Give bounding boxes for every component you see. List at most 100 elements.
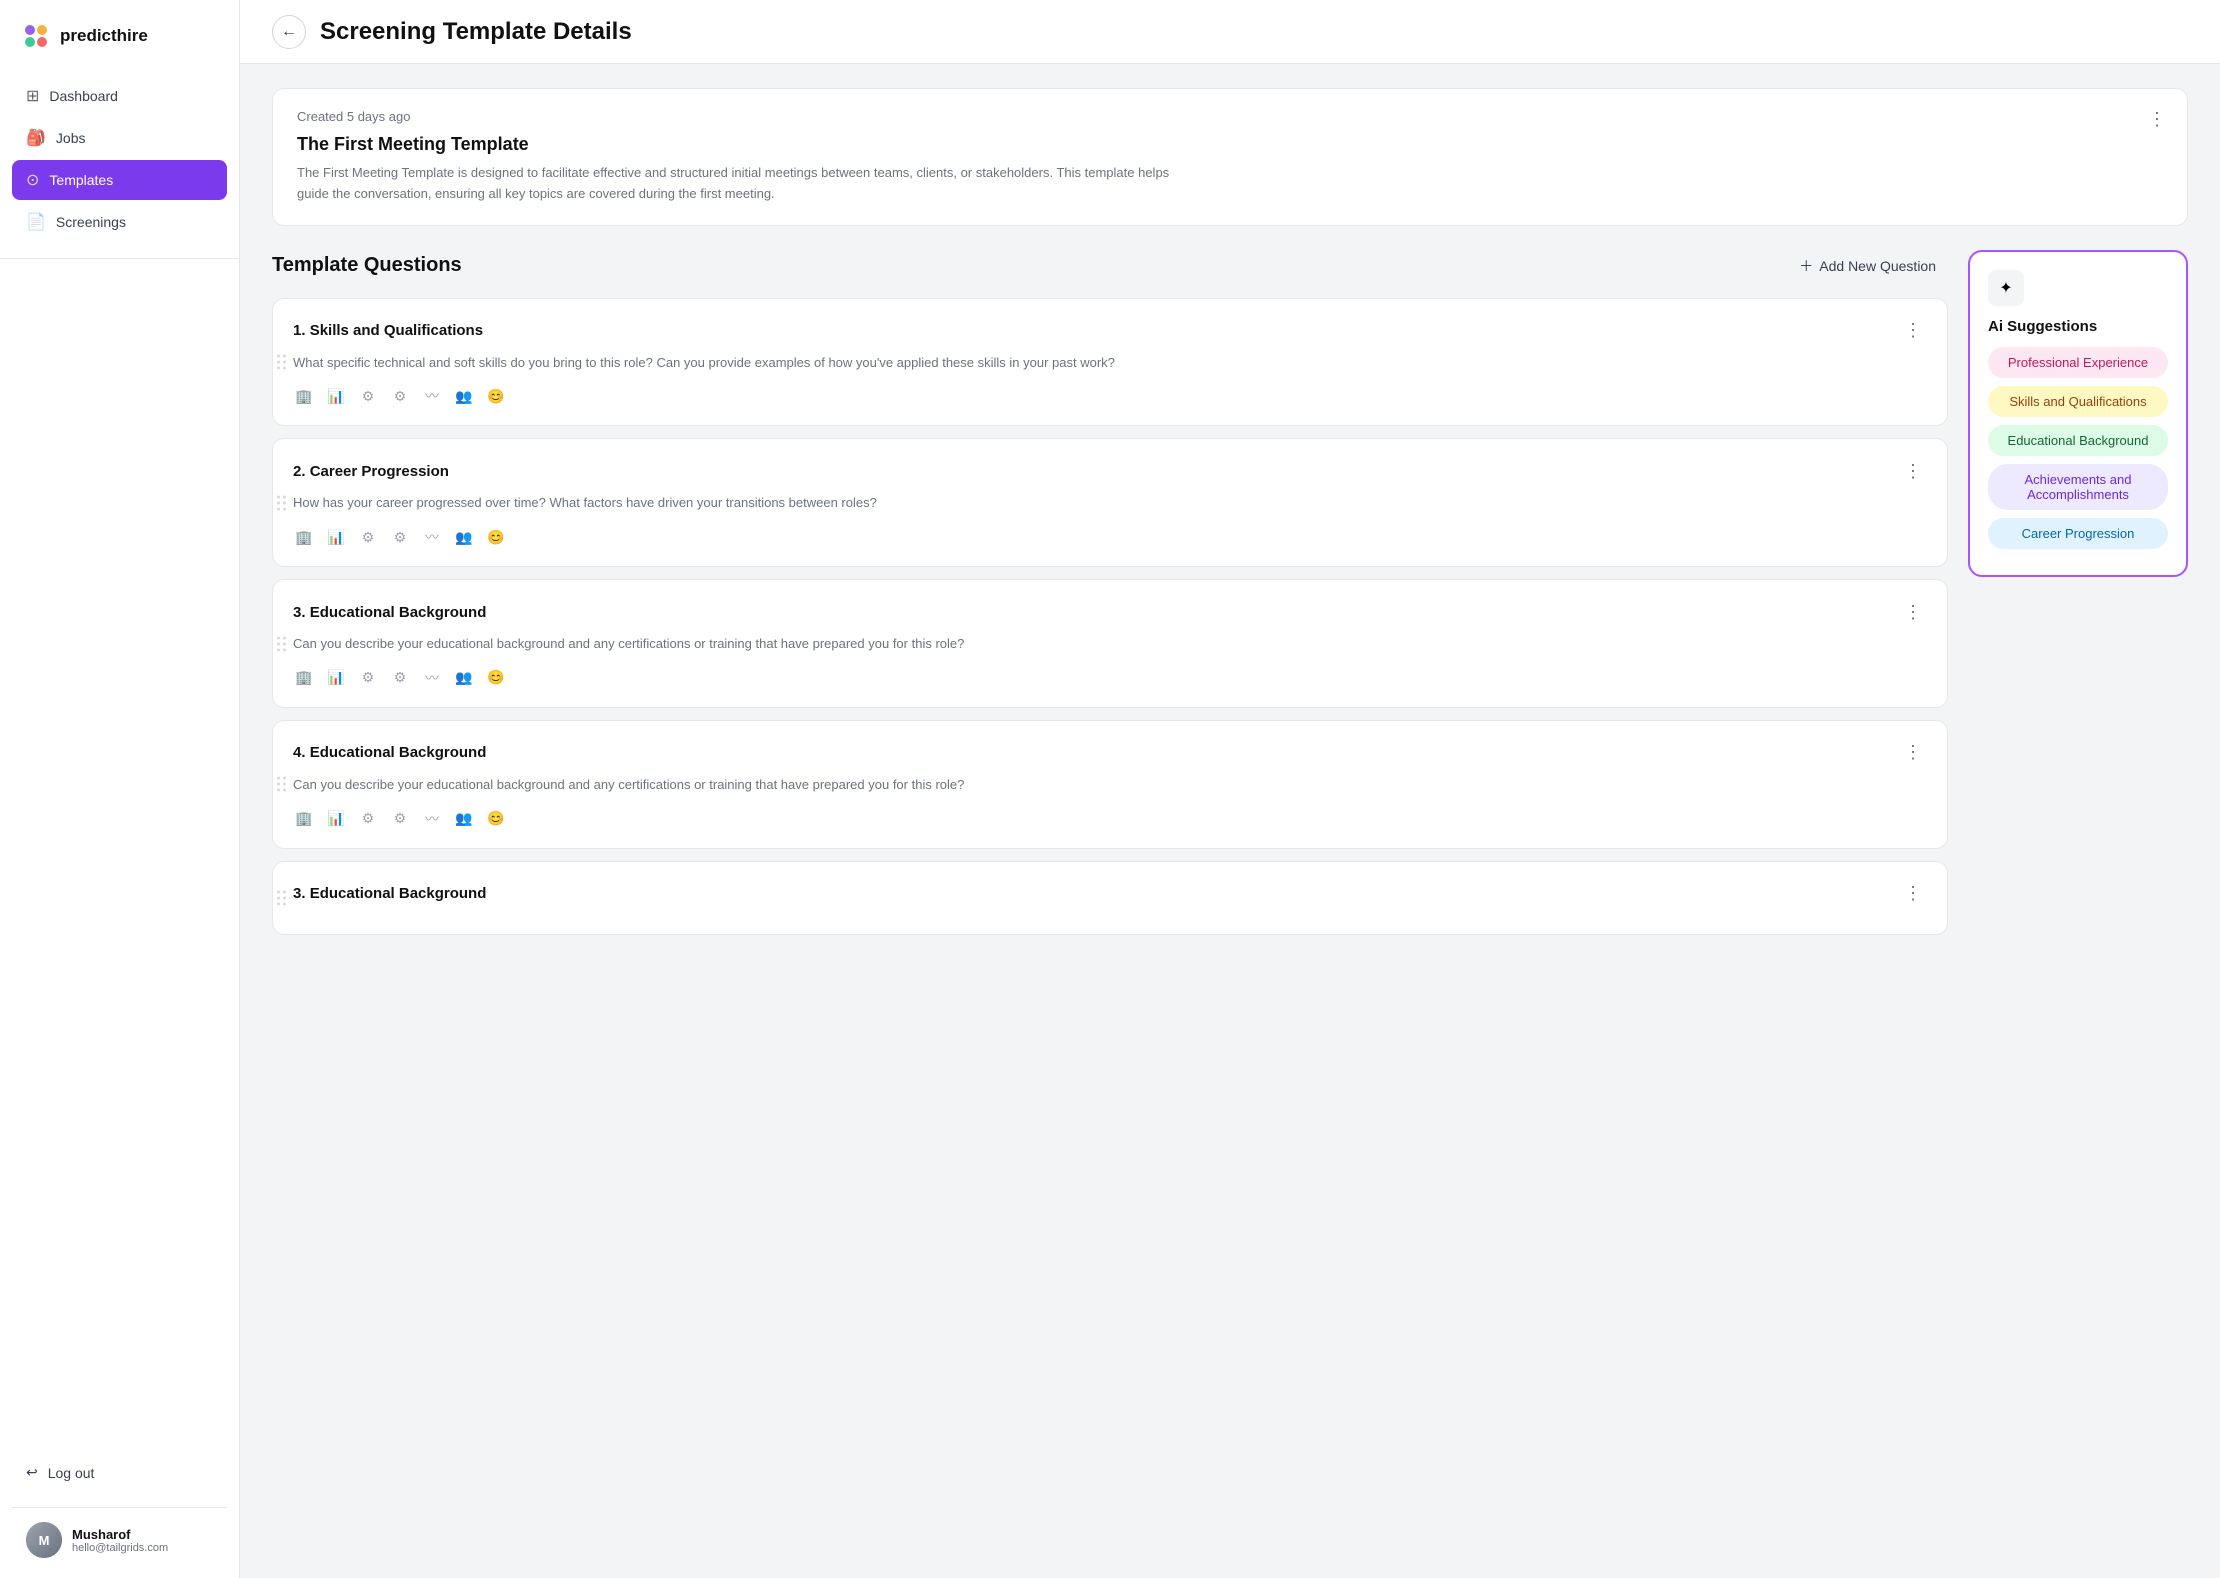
icon-emoji[interactable]: 😊 [485,526,507,548]
suggestion-chip-3[interactable]: Achievements and Accomplishments [1988,464,2168,510]
icon-wave[interactable]: 〰 [421,667,443,689]
dashboard-icon: ⊞ [26,86,39,106]
user-info: Musharof hello@tailgrids.com [72,1527,168,1554]
icon-filter2[interactable]: ⚙ [389,526,411,548]
avatar: M [26,1522,62,1558]
add-question-button[interactable]: ＋ Add New Question [1787,250,1948,282]
question-card-5: 3. Educational Background ⋮ [272,861,1948,935]
jobs-icon: 🎒 [26,128,46,148]
sidebar-item-label-screenings: Screenings [56,214,126,230]
question-header-3: 3. Educational Background ⋮ [293,598,1927,626]
ai-suggestions-title: Ai Suggestions [1988,318,2168,335]
template-info-card: ⋮ Created 5 days ago The First Meeting T… [272,88,2188,226]
logo-icon [20,20,52,52]
sidebar-item-screenings[interactable]: 📄 Screenings [12,202,227,242]
ai-suggestions-card: ✦ Ai Suggestions Professional Experience… [1968,250,2188,577]
icon-filter1[interactable]: ⚙ [357,808,379,830]
sidebar-item-templates[interactable]: ⊙ Templates [12,160,227,200]
sidebar-item-label-templates: Templates [49,172,113,188]
back-button[interactable]: ← [272,15,306,49]
logout-button[interactable]: ↩ Log out [12,1454,227,1491]
question-menu-1[interactable]: ⋮ [1899,317,1927,345]
icon-filter1[interactable]: ⚙ [357,667,379,689]
icon-filter1[interactable]: ⚙ [357,526,379,548]
icon-building[interactable]: 🏢 [293,808,315,830]
icon-people[interactable]: 👥 [453,808,475,830]
logo: predicthire [0,20,239,76]
question-icons-3: 🏢 📊 ⚙ ⚙ 〰 👥 😊 [293,667,1927,689]
user-profile: M Musharof hello@tailgrids.com [12,1507,227,1558]
main-content: ← Screening Template Details ⋮ Created 5… [240,0,2220,1578]
question-number-5: 3. Educational Background [293,885,486,902]
icon-filter2[interactable]: ⚙ [389,385,411,407]
icon-chart[interactable]: 📊 [325,667,347,689]
drag-handle-5[interactable] [271,886,292,909]
avatar-image: M [26,1522,62,1558]
question-menu-3[interactable]: ⋮ [1899,598,1927,626]
ai-suggestions-sidebar: ✦ Ai Suggestions Professional Experience… [1968,250,2188,947]
question-card-4: 4. Educational Background ⋮ Can you desc… [272,720,1948,849]
question-header-1: 1. Skills and Qualifications ⋮ [293,317,1927,345]
question-text-2: How has your career progressed over time… [293,493,1927,514]
icon-people[interactable]: 👥 [453,385,475,407]
icon-emoji[interactable]: 😊 [485,667,507,689]
question-menu-5[interactable]: ⋮ [1899,880,1927,908]
icon-chart[interactable]: 📊 [325,808,347,830]
templates-icon: ⊙ [26,170,39,190]
add-question-label: Add New Question [1819,258,1936,274]
suggestion-chip-2[interactable]: Educational Background [1988,425,2168,456]
question-header-5: 3. Educational Background ⋮ [293,880,1927,908]
drag-handle-4[interactable] [271,773,292,796]
ai-icon: ✦ [1988,270,2024,306]
icon-chart[interactable]: 📊 [325,526,347,548]
question-icons-1: 🏢 📊 ⚙ ⚙ 〰 👥 😊 [293,385,1927,407]
icon-emoji[interactable]: 😊 [485,385,507,407]
top-bar: ← Screening Template Details [240,0,2220,64]
sidebar-item-label-dashboard: Dashboard [49,88,118,104]
icon-filter1[interactable]: ⚙ [357,385,379,407]
question-header-4: 4. Educational Background ⋮ [293,739,1927,767]
question-text-1: What specific technical and soft skills … [293,353,1927,374]
question-menu-4[interactable]: ⋮ [1899,739,1927,767]
icon-wave[interactable]: 〰 [421,526,443,548]
question-card-3: 3. Educational Background ⋮ Can you desc… [272,579,1948,708]
questions-main: Template Questions ＋ Add New Question [272,250,1948,947]
icon-people[interactable]: 👥 [453,667,475,689]
question-number-3: 3. Educational Background [293,604,486,621]
questions-section: Template Questions ＋ Add New Question [272,250,2188,947]
suggestion-chip-4[interactable]: Career Progression [1988,518,2168,549]
question-number-2: 2. Career Progression [293,463,449,480]
suggestion-chip-0[interactable]: Professional Experience [1988,347,2168,378]
icon-building[interactable]: 🏢 [293,526,315,548]
template-timestamp: Created 5 days ago [297,109,2163,124]
question-text-3: Can you describe your educational backgr… [293,634,1927,655]
drag-handle-3[interactable] [271,632,292,655]
content-area: ⋮ Created 5 days ago The First Meeting T… [240,64,2220,1578]
drag-handle-2[interactable] [271,491,292,514]
sidebar-item-dashboard[interactable]: ⊞ Dashboard [12,76,227,116]
question-card-1: 1. Skills and Qualifications ⋮ What spec… [272,298,1948,427]
icon-filter2[interactable]: ⚙ [389,667,411,689]
icon-building[interactable]: 🏢 [293,667,315,689]
icon-chart[interactable]: 📊 [325,385,347,407]
icon-wave[interactable]: 〰 [421,808,443,830]
question-header-2: 2. Career Progression ⋮ [293,457,1927,485]
icon-filter2[interactable]: ⚙ [389,808,411,830]
logout-icon: ↩ [26,1464,38,1481]
sidebar-footer: ↩ Log out M Musharof hello@tailgrids.com [0,1454,239,1558]
drag-handle-1[interactable] [271,350,292,373]
icon-wave[interactable]: 〰 [421,385,443,407]
suggestion-chip-1[interactable]: Skills and Qualifications [1988,386,2168,417]
template-menu-button[interactable]: ⋮ [2143,105,2171,133]
page-title: Screening Template Details [320,18,632,46]
question-card-2: 2. Career Progression ⋮ How has your car… [272,438,1948,567]
questions-header: Template Questions ＋ Add New Question [272,250,1948,282]
icon-people[interactable]: 👥 [453,526,475,548]
add-icon: ＋ [1799,256,1813,276]
app-name: predicthire [60,26,148,46]
icon-emoji[interactable]: 😊 [485,808,507,830]
user-name: Musharof [72,1527,168,1542]
icon-building[interactable]: 🏢 [293,385,315,407]
sidebar-item-jobs[interactable]: 🎒 Jobs [12,118,227,158]
question-menu-2[interactable]: ⋮ [1899,457,1927,485]
